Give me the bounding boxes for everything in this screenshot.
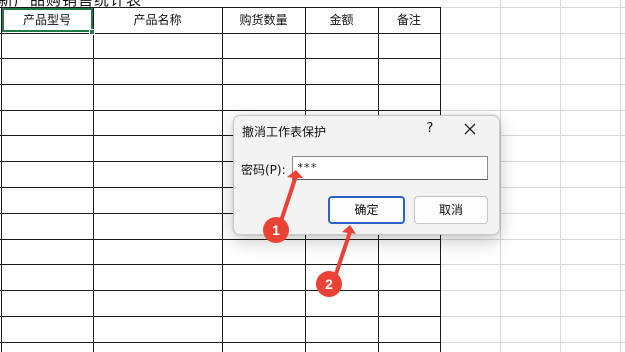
step-badge-2: 2 [316, 271, 342, 297]
step-badge-1: 1 [263, 217, 289, 243]
annotation-arrows [278, 170, 356, 282]
